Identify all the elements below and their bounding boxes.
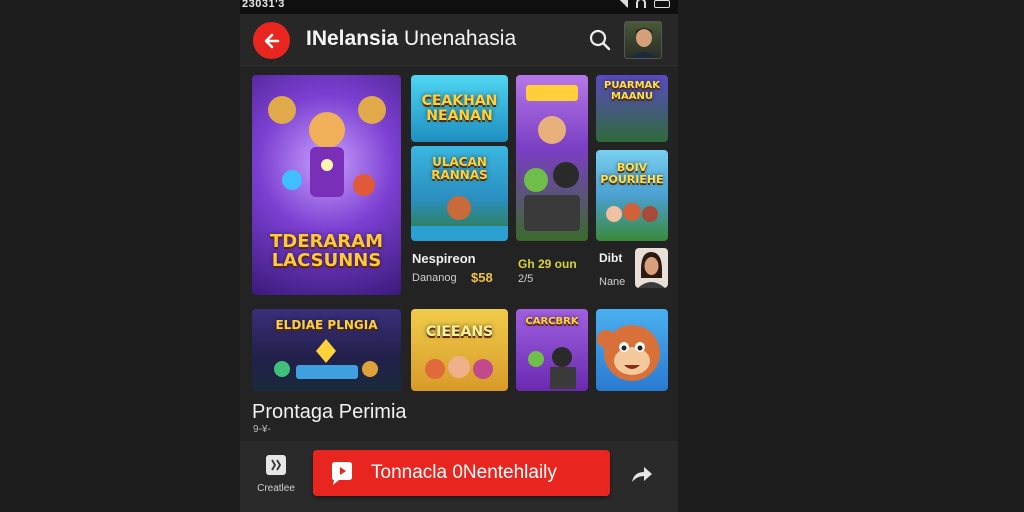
status-icons — [618, 0, 670, 8]
app-title-bold: INelansia — [306, 27, 399, 50]
game-tile[interactable]: PUARMAK MAANU — [596, 75, 668, 142]
create-label: Creatlee — [257, 483, 295, 494]
user-avatar[interactable] — [624, 21, 662, 59]
game-characters-art — [606, 203, 658, 222]
game-meta-sub: Nane — [599, 276, 626, 288]
game-meta-price: $58 — [471, 270, 493, 285]
wifi-icon — [636, 0, 646, 8]
bottom-action-bar: Creatlee Tonnacla 0Nentehlaily — [240, 441, 678, 512]
share-button[interactable] — [628, 462, 656, 486]
share-icon — [632, 467, 652, 482]
game-tile[interactable]: ULACAN RANNAS — [411, 146, 508, 241]
status-time: 23031'3 — [242, 0, 285, 10]
game-meta-title: Dibt — [599, 251, 623, 265]
avatar-portrait — [631, 28, 657, 58]
app-title-rest: Unenahasia — [398, 27, 517, 50]
background-left — [0, 0, 240, 512]
background-right — [678, 0, 1024, 512]
game-characters-art — [524, 85, 580, 231]
game-tile[interactable]: BOIV POURIEHE — [596, 150, 668, 241]
battery-icon — [654, 0, 670, 8]
search-button[interactable] — [588, 28, 612, 52]
tile-title: PUARMAK MAANU — [603, 80, 661, 102]
section-subtitle: 9-¥- — [253, 424, 271, 435]
signal-icon — [618, 0, 628, 8]
tile-title: CEAKHAN NEANAN — [421, 92, 498, 124]
app-title: INelansia Unenahasia — [306, 27, 516, 51]
game-meta-sub: Dananog — [412, 272, 457, 284]
tile-title: TDERARAM LACSUNNS — [269, 231, 383, 272]
game-tile[interactable]: ELDIAE PLNGIA — [252, 309, 401, 391]
app-bar: INelansia Unenahasia — [240, 14, 678, 66]
game-characters-art — [411, 196, 508, 241]
search-icon — [589, 29, 611, 51]
game-meta-title: Gh 29 oun — [518, 257, 577, 271]
game-characters-art — [528, 347, 576, 389]
game-tile[interactable]: CIEEANS — [411, 309, 508, 391]
game-characters-art — [274, 339, 378, 379]
game-tile[interactable]: CARCBRK — [516, 309, 588, 391]
game-tile-featured[interactable]: TDERARAM LACSUNNS — [252, 75, 401, 295]
developer-avatar[interactable] — [635, 248, 668, 288]
play-icon — [327, 458, 357, 488]
back-button[interactable] — [253, 22, 290, 59]
game-meta-title: Nespireon — [412, 251, 476, 266]
game-tile[interactable] — [596, 309, 668, 391]
primary-action-button[interactable]: Tonnacla 0Nentehlaily — [313, 450, 610, 496]
primary-action-label: Tonnacla 0Nentehlaily — [371, 462, 557, 483]
bookmark-icon — [266, 455, 286, 475]
game-tile[interactable]: CEAKHAN NEANAN — [411, 75, 508, 142]
section-title: Prontaga Perimia — [252, 401, 407, 423]
arrow-left-icon — [264, 33, 279, 48]
monkey-character-art — [597, 325, 660, 381]
status-bar: 23031'3 — [240, 0, 678, 14]
developer-portrait — [638, 252, 665, 288]
game-meta-sub: 2/5 — [518, 273, 534, 285]
game-characters-art — [425, 356, 493, 379]
game-tile[interactable] — [516, 75, 588, 241]
create-button[interactable]: Creatlee — [254, 455, 298, 494]
app-screen: 23031'3 INelansia Unenahasia TDERARAM LA… — [240, 0, 678, 512]
